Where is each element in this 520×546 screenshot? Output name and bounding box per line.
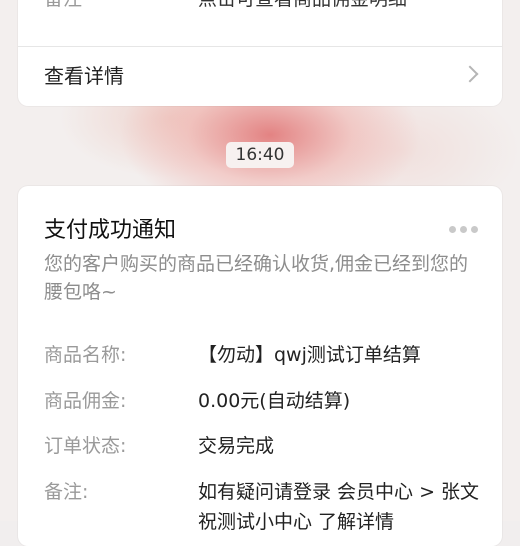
field-value: 【勿动】qwj测试订单结算 (198, 344, 421, 366)
field-value: 交易完成 (198, 435, 275, 457)
view-details-link[interactable]: 查看详情 (44, 60, 124, 89)
message-timestamp: 16:40 (226, 142, 294, 168)
field-label: 订单状态: (44, 435, 127, 457)
notification-description: 您的客户购买的商品已经确认收货,佣金已经到您的腰包咯~ (44, 253, 469, 303)
previous-message-card[interactable]: 备注 点击可查看商品佣金明细 查看详情 (18, 0, 502, 106)
dot (460, 226, 467, 233)
note-label: 备注 (44, 0, 82, 11)
field-value: 0.00元(自动结算) (198, 390, 351, 412)
field-label: 商品名称: (44, 344, 127, 366)
field-value: 如有疑问请登录 会员中心 > 张文祝测试小中心 了解详情 (198, 481, 480, 533)
notification-title: 支付成功通知 (44, 218, 177, 243)
dot (471, 226, 478, 233)
dot (449, 226, 456, 233)
note-value: 点击可查看商品佣金明细 (198, 0, 407, 11)
payment-success-card[interactable]: 支付成功通知 您的客户购买的商品已经确认收货,佣金已经到您的腰包咯~ 商品名称:… (18, 186, 502, 546)
field-label: 备注: (44, 481, 89, 503)
chevron-right-icon (461, 65, 479, 83)
divider (18, 46, 502, 47)
field-label: 商品佣金: (44, 390, 127, 412)
more-options-icon[interactable] (449, 226, 478, 233)
note-row: 备注 点击可查看商品佣金明细 (44, 0, 484, 14)
